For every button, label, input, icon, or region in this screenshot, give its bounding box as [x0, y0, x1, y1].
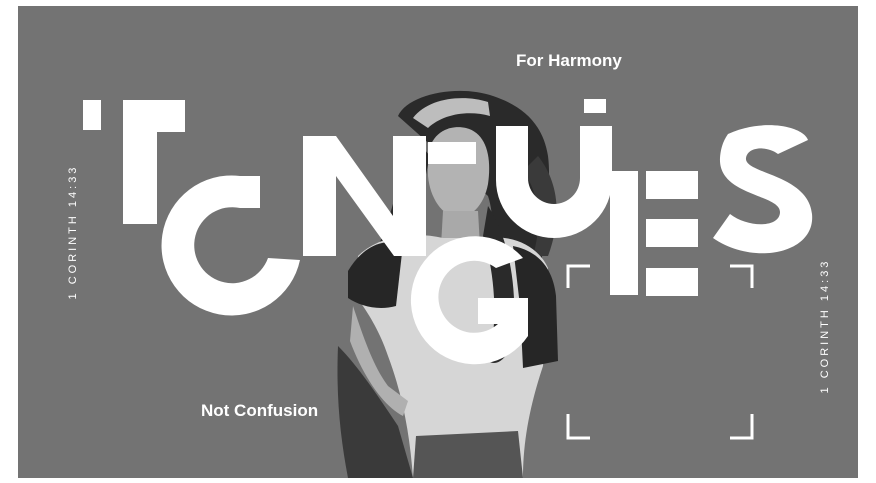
tagline-not-confusion: Not Confusion	[201, 401, 319, 420]
tagline-for-harmony: For Harmony	[516, 51, 622, 70]
letter-u-dash	[584, 99, 606, 113]
letter-o	[161, 175, 300, 316]
letter-hyphen	[428, 142, 476, 164]
letter-t-bar-left	[83, 100, 101, 130]
slide-canvas: 1 CORINTH 14:33 1 CORINTH 14:33 For Harm…	[18, 6, 858, 478]
letter-e1-stem	[610, 171, 638, 295]
letter-s	[713, 125, 813, 254]
letter-u	[496, 126, 612, 238]
letter-n	[303, 136, 426, 256]
frame-corner-tr	[730, 264, 754, 288]
frame-corner-tl	[566, 264, 590, 288]
letter-t-stem	[123, 100, 157, 224]
scripture-ref-left: 1 CORINTH 14:33	[67, 164, 79, 300]
scripture-ref-right: 1 CORINTH 14:33	[819, 258, 831, 394]
title-tongues	[83, 99, 813, 440]
frame-corner-bl	[566, 414, 590, 440]
letter-g	[410, 236, 528, 365]
frame-corner-br	[730, 414, 754, 440]
